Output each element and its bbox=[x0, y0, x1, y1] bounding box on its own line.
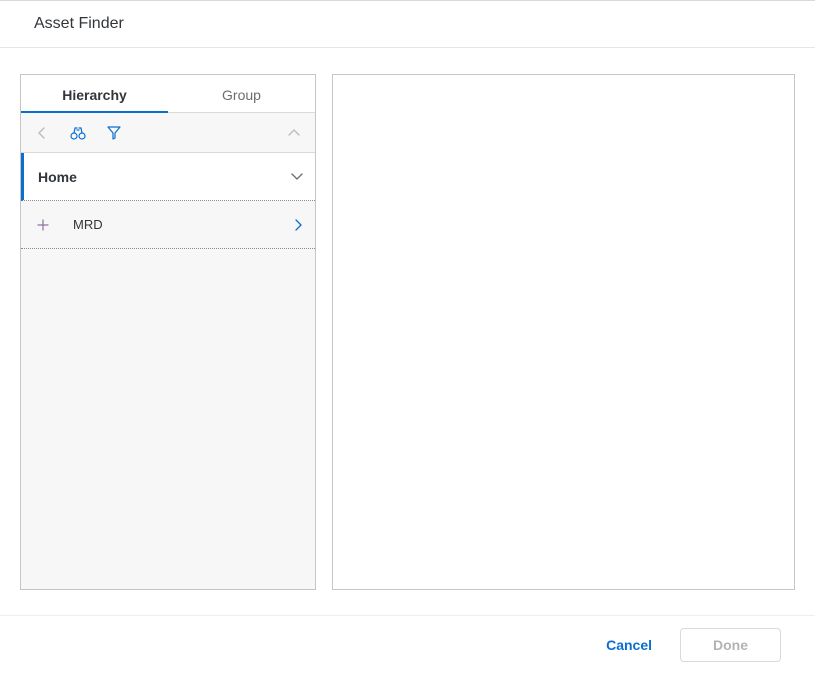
dialog-footer: Cancel Done bbox=[0, 615, 815, 676]
chevron-right-icon bbox=[295, 219, 303, 231]
plus-icon bbox=[37, 219, 49, 231]
tree-home-row[interactable]: Home bbox=[21, 153, 315, 201]
dialog-title: Asset Finder bbox=[34, 15, 795, 33]
tree-home-label: Home bbox=[38, 169, 291, 185]
dialog-body: Hierarchy Group bbox=[0, 48, 815, 595]
tree-item-mrd[interactable]: MRD bbox=[21, 201, 315, 249]
collapse-button[interactable] bbox=[283, 122, 305, 144]
chevron-up-icon bbox=[288, 129, 300, 137]
tab-hierarchy[interactable]: Hierarchy bbox=[21, 75, 168, 112]
filter-icon bbox=[107, 126, 121, 140]
tab-bar: Hierarchy Group bbox=[21, 75, 315, 113]
back-button[interactable] bbox=[31, 122, 53, 144]
cancel-button-label: Cancel bbox=[606, 637, 652, 653]
tab-group-label: Group bbox=[222, 87, 261, 103]
add-button[interactable] bbox=[35, 217, 51, 233]
tab-group[interactable]: Group bbox=[168, 75, 315, 112]
detail-panel bbox=[332, 74, 795, 590]
tab-hierarchy-label: Hierarchy bbox=[62, 87, 127, 103]
chevron-left-icon bbox=[38, 127, 46, 139]
done-button[interactable]: Done bbox=[680, 628, 781, 662]
dialog-header: Asset Finder bbox=[0, 1, 815, 48]
hierarchy-toolbar bbox=[21, 113, 315, 153]
drill-in-button[interactable] bbox=[295, 219, 303, 231]
chevron-down-icon bbox=[291, 173, 303, 181]
cancel-button[interactable]: Cancel bbox=[606, 637, 652, 653]
toolbar-left bbox=[31, 122, 125, 144]
asset-finder-dialog: Asset Finder Hierarchy Group bbox=[0, 0, 815, 676]
filter-button[interactable] bbox=[103, 122, 125, 144]
done-button-label: Done bbox=[713, 637, 748, 653]
search-button[interactable] bbox=[67, 122, 89, 144]
hierarchy-panel: Hierarchy Group bbox=[20, 74, 316, 590]
binoculars-icon bbox=[70, 126, 86, 140]
tree-item-label: MRD bbox=[73, 217, 295, 232]
expand-toggle[interactable] bbox=[291, 173, 303, 181]
